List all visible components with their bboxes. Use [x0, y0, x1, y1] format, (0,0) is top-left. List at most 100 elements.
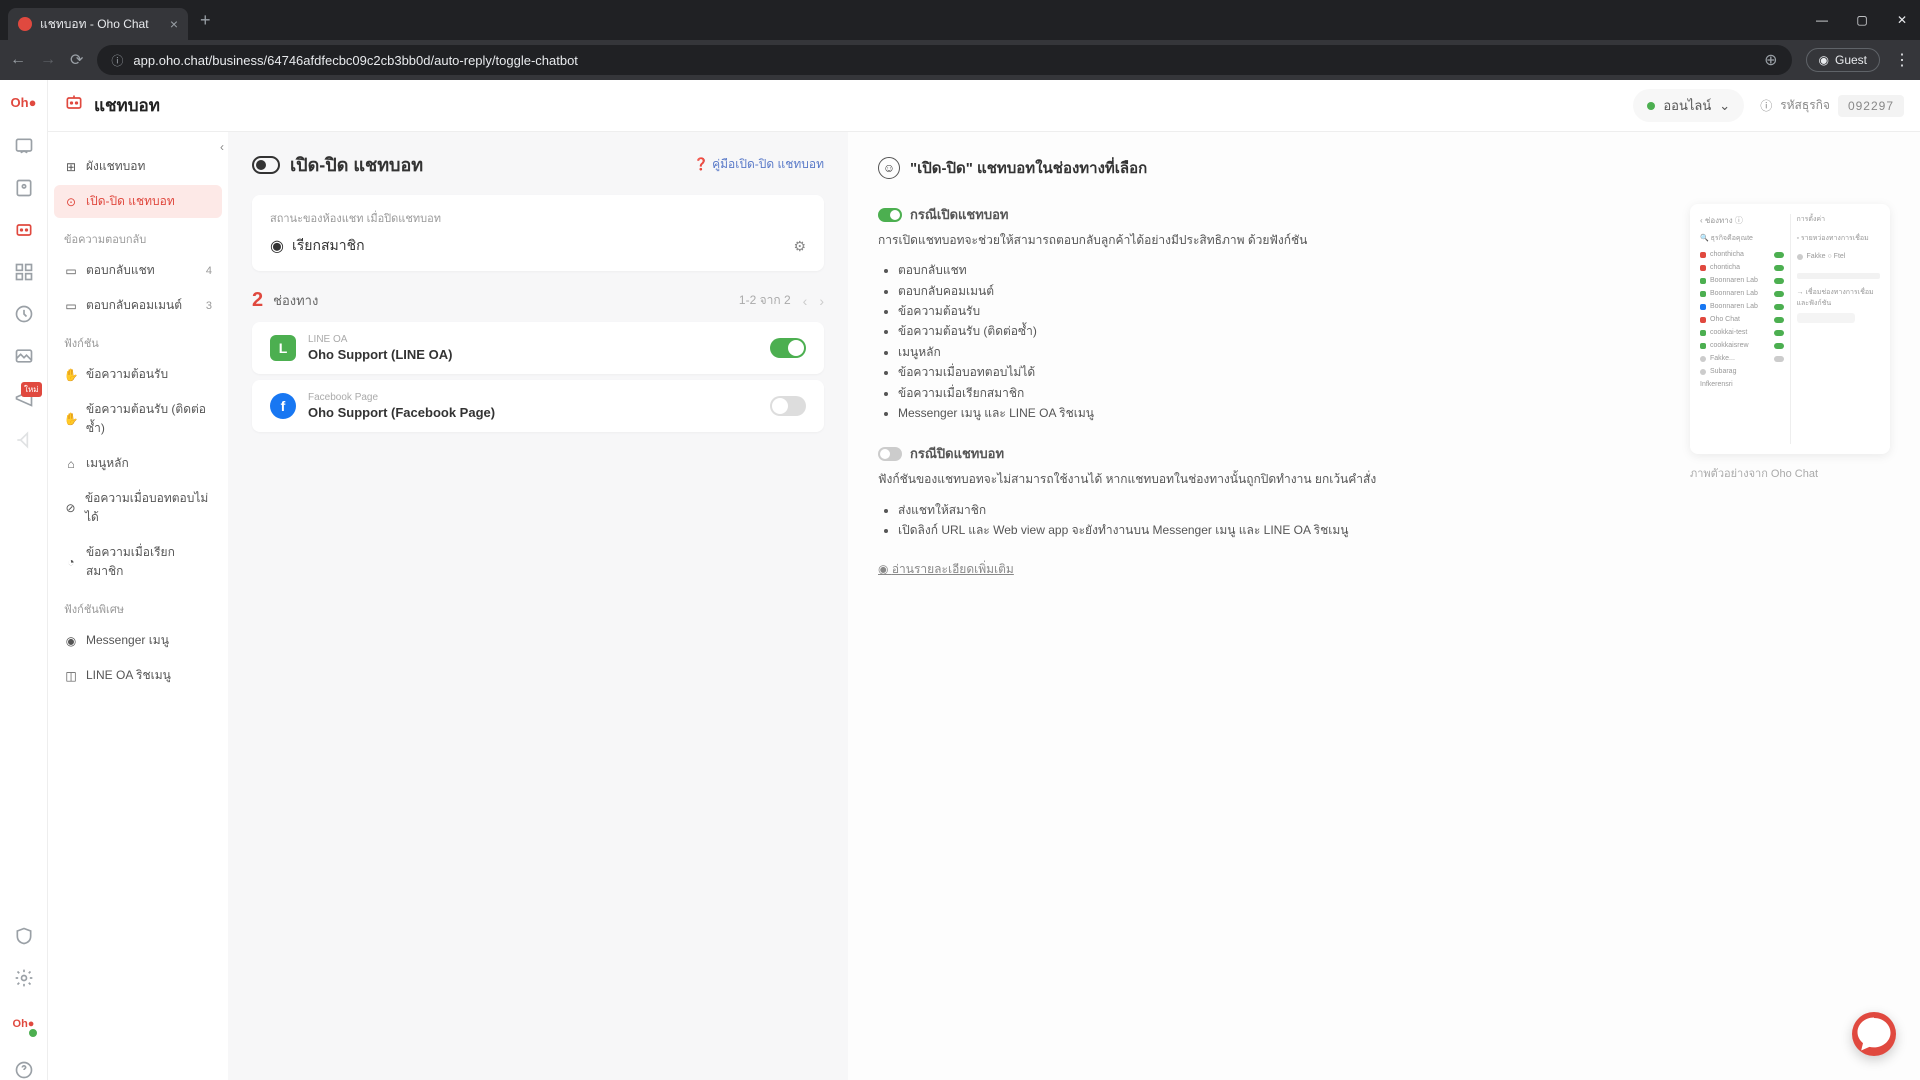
chat-fab[interactable] [1852, 1012, 1896, 1056]
sidebar-item-label: ข้อความต้อนรับ (ติดต่อซ้ำ) [86, 400, 212, 438]
page-next-icon[interactable]: › [819, 293, 824, 309]
maximize-icon[interactable]: ▢ [1852, 13, 1872, 27]
guest-label: Guest [1835, 53, 1867, 67]
user-icon: ◉ [1819, 53, 1829, 67]
sidebar-item-messenger-menu[interactable]: ◉ Messenger เมนู [54, 624, 222, 657]
guest-profile[interactable]: ◉ Guest [1806, 48, 1881, 72]
channels-label: ช่องทาง [273, 290, 318, 311]
gear-icon[interactable]: ⚙ [793, 238, 806, 255]
translate-icon[interactable]: ⊕ [1764, 50, 1777, 70]
sidebar-item-badge: 4 [206, 265, 212, 277]
channel-toggle[interactable] [770, 396, 806, 416]
sidebar-item-label: เมนูหลัก [86, 454, 129, 473]
channel-type: Facebook Page [308, 392, 758, 403]
channel-toggle[interactable] [770, 338, 806, 358]
list-item: ข้อความต้อนรับ (ติดต่อซ้ำ) [898, 321, 1660, 341]
url-text: app.oho.chat/business/64746afdfecbc09c2c… [133, 53, 578, 68]
line-icon: ◫ [64, 669, 78, 683]
list-item: ข้อความต้อนรับ [898, 301, 1660, 321]
user-avatar[interactable]: Oh● [10, 1010, 38, 1038]
settings-icon[interactable] [14, 968, 34, 988]
chevron-down-icon: ⌄ [1719, 98, 1730, 114]
business-id: ⓘ รหัสธุรกิจ 092297 [1760, 95, 1904, 117]
nav-rail: Oh● ใหม่ Oh● [0, 80, 48, 1080]
block-icon: ⊘ [64, 501, 77, 515]
info-icon: ⓘ [1760, 97, 1772, 114]
help-circle-icon[interactable] [14, 1060, 34, 1080]
sidebar-item-welcome[interactable]: ✋ข้อความต้อนรับ [54, 358, 222, 391]
sidebar-item-label: เปิด-ปิด แชทบอท [86, 192, 175, 211]
sidebar-item-line-richmenu[interactable]: ◫ LINE OA ริชเมนู [54, 659, 222, 692]
close-window-icon[interactable]: ✕ [1892, 13, 1912, 27]
help-bottom-icon[interactable] [14, 926, 34, 946]
chatbot-icon[interactable] [14, 220, 34, 240]
address-bar[interactable]: ⓘ app.oho.chat/business/64746afdfecbc09c… [97, 45, 1791, 75]
list-item: เปิดลิงก์ URL และ Web view app จะยังทำงา… [898, 520, 1660, 540]
info-preview: ‹ ช่องทาง ⓘ 🔍 ธุรกิจคือคุณte chonthicha … [1690, 204, 1890, 579]
status-card: สถานะของห้องแชท เมื่อปิดแชทบอท ◉ เรียกสม… [252, 195, 824, 271]
back-icon[interactable]: ← [10, 51, 26, 69]
apps-icon[interactable] [14, 262, 34, 282]
reload-icon[interactable]: ⟳ [70, 50, 83, 70]
new-tab-button[interactable]: + [200, 10, 211, 31]
sidebar-item-welcome-repeat[interactable]: ✋ข้อความต้อนรับ (ติดต่อซ้ำ) [54, 393, 222, 445]
browser-menu-icon[interactable]: ⋮ [1894, 50, 1910, 70]
sidebar-item-toggle-chatbot[interactable]: ⊙ เปิด-ปิด แชทบอท [54, 185, 222, 218]
sidebar-item-reply-chat[interactable]: ▭ ตอบกลับแชท 4 [54, 254, 222, 287]
sidebar-item-fallback[interactable]: ⊘ ข้อความเมื่อบอทตอบไม่ได้ [54, 482, 222, 534]
sidebar-item-flow[interactable]: ⊞ ผังแชทบอท [54, 150, 222, 183]
mini-switch-on-icon [878, 208, 902, 222]
info-panel: ☺ "เปิด-ปิด" แชทบอทในช่องทางที่เลือก กรณ… [848, 132, 1920, 1080]
biz-id-value[interactable]: 092297 [1838, 95, 1904, 117]
sidebar-item-label: LINE OA ริชเมนู [86, 666, 171, 685]
read-more-link[interactable]: อ่านรายละเอียดเพิ่มเติม [878, 562, 1014, 576]
browser-tab[interactable]: แชทบอท - Oho Chat × [8, 8, 188, 40]
toggle-icon: ⊙ [64, 195, 78, 209]
biz-id-label: รหัสธุรกิจ [1780, 96, 1830, 115]
page-prev-icon[interactable]: ‹ [803, 293, 808, 309]
manual-link[interactable]: คู่มือเปิด-ปิด แชทบอท [694, 155, 824, 174]
sidebar-item-label: ข้อความเมื่อบอทตอบไม่ได้ [85, 489, 212, 527]
chat-icon[interactable] [14, 136, 34, 156]
status-card-value: เรียกสมาชิก [292, 235, 365, 257]
channel-name: Oho Support (Facebook Page) [308, 405, 758, 420]
campaign-icon[interactable] [14, 430, 34, 450]
sidebar-item-label: ข้อความเมื่อเรียกสมาชิก [86, 543, 212, 581]
info-on-title: กรณีเปิดแชทบอท [910, 204, 1008, 225]
sidebar-item-label: ข้อความต้อนรับ [86, 365, 168, 384]
info-off-desc: ฟังก์ชันของแชทบอทจะไม่สามารถใช้งานได้ หา… [878, 470, 1660, 489]
mini-switch-off-icon [878, 447, 902, 461]
sidebar-section-header: ฟังก์ชันพิเศษ [54, 590, 222, 624]
online-status-dropdown[interactable]: ออนไลน์ ⌄ [1633, 89, 1744, 122]
sidebar-item-label: ตอบกลับแชท [86, 261, 155, 280]
facebook-logo-icon: f [270, 393, 296, 419]
sidebar-item-main-menu[interactable]: ⌂ เมนูหลัก [54, 447, 222, 480]
dashboard-icon[interactable] [14, 304, 34, 324]
line-logo-icon: L [270, 335, 296, 361]
channel-name: Oho Support (LINE OA) [308, 347, 758, 362]
tab-title: แชทบอท - Oho Chat [40, 15, 149, 34]
sidebar-item-label: ตอบกลับคอมเมนต์ [86, 296, 182, 315]
home-icon: ⌂ [64, 457, 78, 471]
collapse-sidebar-icon[interactable]: ‹ [220, 140, 234, 154]
messenger-icon: ◉ [64, 634, 78, 648]
channels-header: 2 ช่องทาง 1-2 จาก 2 ‹ › [252, 289, 824, 312]
sidebar-item-label: Messenger เมนู [86, 631, 169, 650]
info-off-title: กรณีปิดแชทบอท [910, 443, 1004, 464]
media-icon[interactable] [14, 346, 34, 366]
list-item: เมนูหลัก [898, 342, 1660, 362]
broadcast-icon[interactable]: ใหม่ [14, 388, 34, 408]
message-icon: ▭ [64, 264, 78, 278]
app-logo[interactable]: Oh● [9, 90, 39, 114]
minimize-icon[interactable]: — [1812, 13, 1832, 27]
sidebar-item-call-member[interactable]: ◔ข้อความเมื่อเรียกสมาชิก [54, 536, 222, 588]
header-bot-icon [64, 93, 84, 118]
forward-icon[interactable]: → [40, 51, 56, 69]
app-header: แชทบอท ออนไลน์ ⌄ ⓘ รหัสธุรกิจ 092297 [48, 80, 1920, 132]
list-item: ข้อความเมื่อเรียกสมาชิก [898, 383, 1660, 403]
contacts-icon[interactable] [14, 178, 34, 198]
tab-close-icon[interactable]: × [170, 16, 178, 32]
sidebar-item-reply-comment[interactable]: ▭ ตอบกลับคอมเมนต์ 3 [54, 289, 222, 322]
site-info-icon[interactable]: ⓘ [111, 52, 123, 69]
preview-caption: ภาพตัวอย่างจาก Oho Chat [1690, 464, 1890, 482]
